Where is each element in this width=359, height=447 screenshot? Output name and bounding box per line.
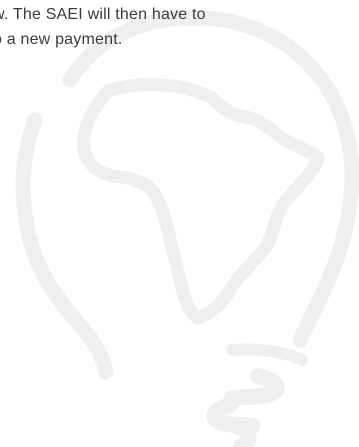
body-text-line-1: w. The SAEI will then have to <box>0 6 206 23</box>
page: w. The SAEI will then have to o a new pa… <box>0 0 359 447</box>
body-text: w. The SAEI will then have to o a new pa… <box>0 2 353 52</box>
lightbulb-africa-icon <box>15 10 359 447</box>
body-text-line-2: o a new payment. <box>0 31 123 48</box>
